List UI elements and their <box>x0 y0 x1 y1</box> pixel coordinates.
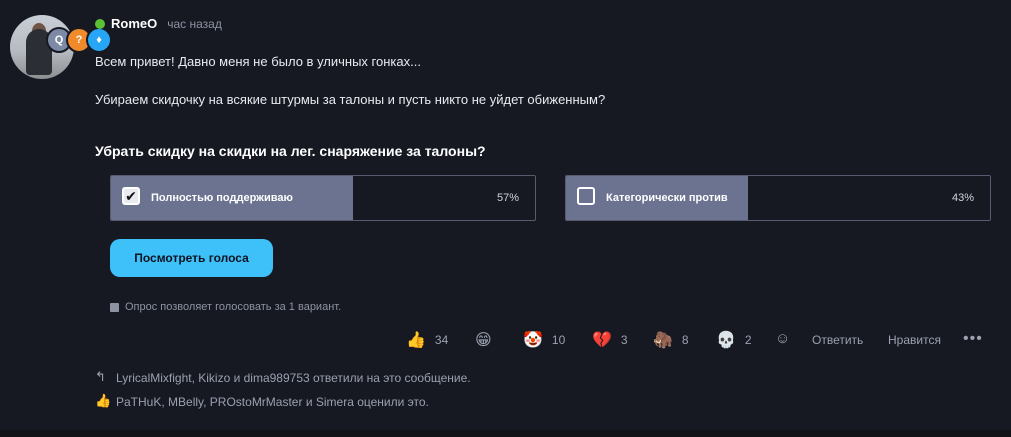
mammoth-icon: 🦣 <box>653 330 673 349</box>
thumbs-up-icon: 👍 <box>406 330 426 349</box>
likes-summary-text[interactable]: PaTHuK, MBelly, PROstoMrMaster и Simera … <box>116 395 429 409</box>
message-card: Q ? ♦ RomeO час назад Всем привет! Давно… <box>0 0 1011 430</box>
reaction-clown[interactable]: 🤡 10 <box>523 330 565 349</box>
reaction-count: 34 <box>434 332 449 347</box>
more-options-icon[interactable]: ••• <box>963 330 983 348</box>
poll-question: Убрать скидку на скидки на лег. снаряжен… <box>95 143 486 159</box>
reaction-count: 8 <box>681 332 689 347</box>
broken-heart-icon: 💔 <box>592 330 612 349</box>
skull-icon: 💀 <box>716 330 736 349</box>
poll-option-support[interactable]: ✔ Полностью поддерживаю 57% <box>110 175 536 221</box>
view-votes-button[interactable]: Посмотреть голоса <box>110 239 273 277</box>
reaction-skull[interactable]: 💀 2 <box>716 330 752 349</box>
online-status-icon <box>95 18 105 29</box>
message-text-line: Всем привет! Давно меня не было в уличны… <box>95 54 421 69</box>
replies-summary: ↰ LyricalMixfight, Kikizo и dima989753 о… <box>95 370 471 385</box>
checkbox-checked-icon[interactable]: ✔ <box>122 187 140 205</box>
reaction-count: 2 <box>744 332 752 347</box>
username[interactable]: RomeO <box>111 16 157 31</box>
like-button[interactable]: Нравится <box>888 333 941 347</box>
add-reaction-icon[interactable]: ☺ <box>775 330 790 347</box>
clown-icon: 🤡 <box>523 330 543 349</box>
poll-info-icon <box>110 302 119 312</box>
reaction-thumbs-up[interactable]: 👍 34 <box>406 330 448 349</box>
poll-note: Опрос позволяет голосовать за 1 вариант. <box>110 301 341 313</box>
reply-arrow-icon: ↰ <box>95 370 106 385</box>
reaction-count: 3 <box>620 332 628 347</box>
poll-option-against[interactable]: Категорически против 43% <box>565 175 991 221</box>
checkbox-icon[interactable] <box>577 187 595 205</box>
bottom-divider <box>0 430 1011 437</box>
replies-summary-text[interactable]: LyricalMixfight, Kikizo и dima989753 отв… <box>116 371 471 385</box>
likes-summary: 👍 PaTHuK, MBelly, PROstoMrMaster и Simer… <box>95 394 429 409</box>
avatar[interactable]: Q ? ♦ <box>10 15 112 79</box>
poll-option-label: Полностью поддерживаю <box>151 192 293 204</box>
poll-option-label: Категорически против <box>606 192 728 204</box>
poll-option-percent: 57% <box>496 192 519 204</box>
message-header: RomeO час назад <box>95 16 222 31</box>
timestamp[interactable]: час назад <box>167 17 222 31</box>
message-text-line: Убираем скидочку на всякие штурмы за тал… <box>95 92 606 107</box>
reaction-broken-heart[interactable]: 💔 3 <box>592 330 628 349</box>
reaction-grin[interactable]: 😁 <box>475 330 501 349</box>
poll-option-percent: 43% <box>951 192 974 204</box>
thumbs-up-outline-icon: 👍 <box>95 394 112 409</box>
reaction-count: 10 <box>551 332 566 347</box>
reaction-mammoth[interactable]: 🦣 8 <box>653 330 689 349</box>
grin-icon: 😁 <box>475 330 492 349</box>
poll-note-text: Опрос позволяет голосовать за 1 вариант. <box>125 301 342 313</box>
reply-button[interactable]: Ответить <box>812 333 863 347</box>
